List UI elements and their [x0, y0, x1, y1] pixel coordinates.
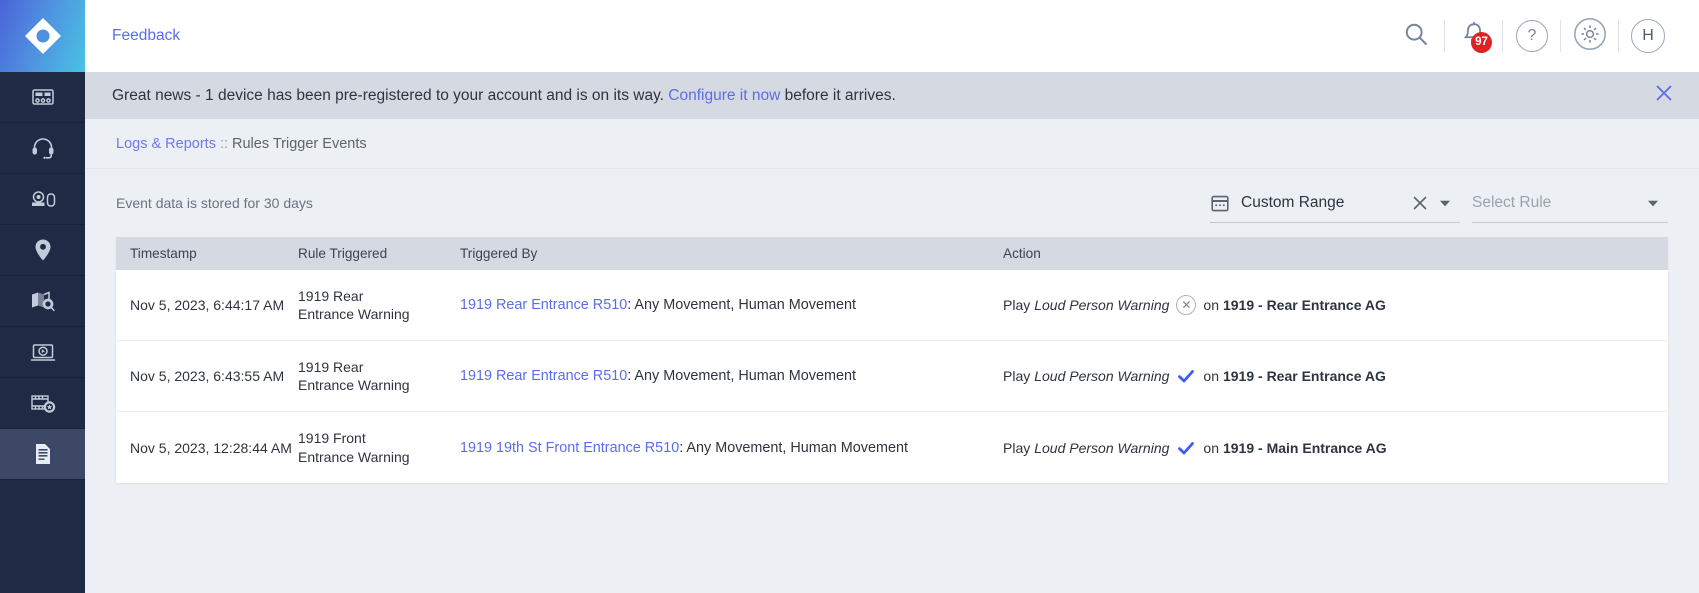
document-icon — [31, 441, 55, 467]
failed-glyph: ✕ — [1176, 295, 1197, 315]
notifications-button[interactable]: 97 — [1445, 16, 1503, 56]
search-icon — [1402, 20, 1430, 53]
rule-select[interactable]: Select Rule — [1472, 183, 1668, 223]
sidebar-item-map-search[interactable] — [0, 276, 85, 327]
control-panel-icon — [30, 84, 56, 110]
table-body: Nov 5, 2023, 6:44:17 AM 1919 Rear Entranc… — [116, 270, 1668, 483]
cell-triggered-by: 1919 Rear Entrance R510: Any Movement, H… — [460, 297, 1003, 313]
cell-action: Play Loud Person Warning ✕ on 1919 - Rear En… — [1003, 295, 1668, 315]
content-area: Event data is stored for 30 days Custom … — [85, 169, 1699, 593]
cell-timestamp: Nov 5, 2023, 6:43:55 AM — [130, 368, 285, 384]
main-area: Feedback 97 ? H Great news - 1 device ha… — [85, 0, 1699, 593]
feedback-link[interactable]: Feedback — [112, 27, 180, 45]
date-range-picker[interactable]: Custom Range — [1210, 183, 1460, 223]
action-sound-name: Loud Person Warning — [1034, 297, 1170, 313]
cell-action: Play Loud Person Warning on 1919 - Main Ent… — [1003, 437, 1668, 459]
banner-text: Great news - 1 device has been pre-regis… — [112, 87, 1651, 105]
notification-banner: Great news - 1 device has been pre-regis… — [85, 72, 1699, 119]
cell-triggered-by: 1919 19th St Front Entrance R510: Any Mo… — [460, 440, 1003, 456]
date-range-clear-button[interactable] — [1408, 191, 1432, 215]
avatar: H — [1631, 19, 1665, 53]
date-range-value: Custom Range — [1241, 193, 1345, 211]
action-verb: Play — [1003, 297, 1031, 313]
sidebar-item-devices[interactable] — [0, 174, 85, 225]
column-header-rule-triggered: Rule Triggered — [298, 246, 388, 261]
sidebar-item-dashboard[interactable] — [0, 72, 85, 123]
cell-rule-triggered: 1919 Rear Entrance Warning — [298, 287, 410, 322]
cell-action: Play Loud Person Warning on 1919 - Rear Ent… — [1003, 365, 1668, 387]
triggered-by-device-link[interactable]: 1919 Rear Entrance R510 — [460, 297, 627, 313]
action-target-device: 1919 - Rear Entrance AG — [1222, 297, 1386, 313]
triggered-by-device-link[interactable]: 1919 19th St Front Entrance R510 — [460, 440, 679, 456]
cell-timestamp: Nov 5, 2023, 6:44:17 AM — [130, 297, 285, 313]
map-search-icon — [29, 288, 57, 314]
table-row[interactable]: Nov 5, 2023, 6:44:17 AM 1919 Rear Entranc… — [116, 270, 1668, 341]
sidebar-item-live-view[interactable] — [0, 327, 85, 378]
success-check-icon — [1169, 365, 1203, 387]
notification-badge: 97 — [1471, 32, 1492, 53]
action-target-device: 1919 - Rear Entrance AG — [1222, 368, 1386, 384]
settings-button[interactable] — [1561, 16, 1619, 56]
triggered-by-device-link[interactable]: 1919 Rear Entrance R510 — [460, 368, 627, 384]
sidebar-item-support[interactable] — [0, 123, 85, 174]
breadcrumb-current: Rules Trigger Events — [232, 135, 367, 152]
help-icon: ? — [1516, 20, 1548, 52]
cell-rule-triggered: 1919 Front Entrance Warning — [298, 430, 410, 465]
breadcrumb-link-logs-reports[interactable]: Logs & Reports — [116, 136, 216, 152]
action-on-label: on — [1203, 439, 1219, 456]
date-range-chevron-down-icon[interactable] — [1432, 191, 1458, 215]
action-verb: Play — [1003, 368, 1031, 384]
headset-icon — [30, 135, 56, 161]
cell-rule-triggered: 1919 Rear Entrance Warning — [298, 358, 410, 393]
app-window: Feedback 97 ? H Great news - 1 device ha… — [0, 0, 1699, 593]
failed-circle-x-icon: ✕ — [1169, 295, 1203, 315]
action-on-label: on — [1203, 297, 1219, 313]
rule-select-chevron-down-icon[interactable] — [1640, 191, 1666, 215]
success-check-icon — [1169, 437, 1203, 459]
action-target-device: 1919 - Main Entrance AG — [1222, 439, 1387, 456]
app-logo[interactable] — [0, 0, 85, 72]
film-star-icon — [29, 390, 57, 416]
cell-timestamp: Nov 5, 2023, 12:28:44 AM — [130, 439, 292, 456]
camera-device-icon — [29, 186, 57, 212]
location-pin-icon — [31, 237, 55, 263]
table-header-row: Timestamp Rule Triggered Triggered By Ac… — [116, 237, 1668, 270]
action-sound-name: Loud Person Warning — [1034, 439, 1170, 456]
triggered-by-detail: : Any Movement, Human Movement — [679, 439, 908, 456]
banner-close-button[interactable] — [1651, 83, 1677, 109]
configure-now-link[interactable]: Configure it now — [668, 87, 780, 104]
column-header-timestamp: Timestamp — [130, 246, 197, 261]
rules-trigger-events-table: Timestamp Rule Triggered Triggered By Ac… — [116, 237, 1668, 483]
triggered-by-detail: : Any Movement, Human Movement — [627, 297, 856, 313]
action-verb: Play — [1003, 439, 1031, 456]
cell-triggered-by: 1919 Rear Entrance R510: Any Movement, H… — [460, 368, 1003, 384]
top-bar: Feedback 97 ? H — [85, 0, 1699, 72]
calendar-icon — [1210, 193, 1230, 213]
topbar-icon-group: 97 ? H — [1387, 16, 1677, 56]
rule-select-placeholder: Select Rule — [1472, 193, 1552, 211]
sidebar-item-clips[interactable] — [0, 378, 85, 429]
retention-note: Event data is stored for 30 days — [116, 195, 313, 211]
help-button[interactable]: ? — [1503, 16, 1561, 56]
close-icon — [1653, 82, 1675, 109]
sidebar-item-logs-reports[interactable] — [0, 429, 85, 480]
table-row[interactable]: Nov 5, 2023, 12:28:44 AM 1919 Front Entra… — [116, 412, 1668, 483]
user-menu-button[interactable]: H — [1619, 16, 1677, 56]
triggered-by-detail: : Any Movement, Human Movement — [627, 368, 856, 384]
filter-row: Event data is stored for 30 days Custom … — [116, 169, 1668, 237]
action-on-label: on — [1203, 368, 1219, 384]
table-row[interactable]: Nov 5, 2023, 6:43:55 AM 1919 Rear Entranc… — [116, 341, 1668, 412]
breadcrumb: Logs & Reports :: Rules Trigger Events — [85, 119, 1699, 169]
banner-text-before: Great news - 1 device has been pre-regis… — [112, 86, 669, 104]
column-header-triggered-by: Triggered By — [460, 246, 538, 261]
breadcrumb-separator: :: — [219, 135, 229, 152]
sidebar-item-locations[interactable] — [0, 225, 85, 276]
video-player-icon — [29, 339, 57, 365]
banner-text-after: before it arrives. — [780, 86, 896, 104]
sidebar — [0, 0, 85, 593]
action-sound-name: Loud Person Warning — [1034, 368, 1170, 384]
search-button[interactable] — [1387, 16, 1445, 56]
column-header-action: Action — [1003, 246, 1041, 261]
gear-icon — [1573, 17, 1607, 56]
